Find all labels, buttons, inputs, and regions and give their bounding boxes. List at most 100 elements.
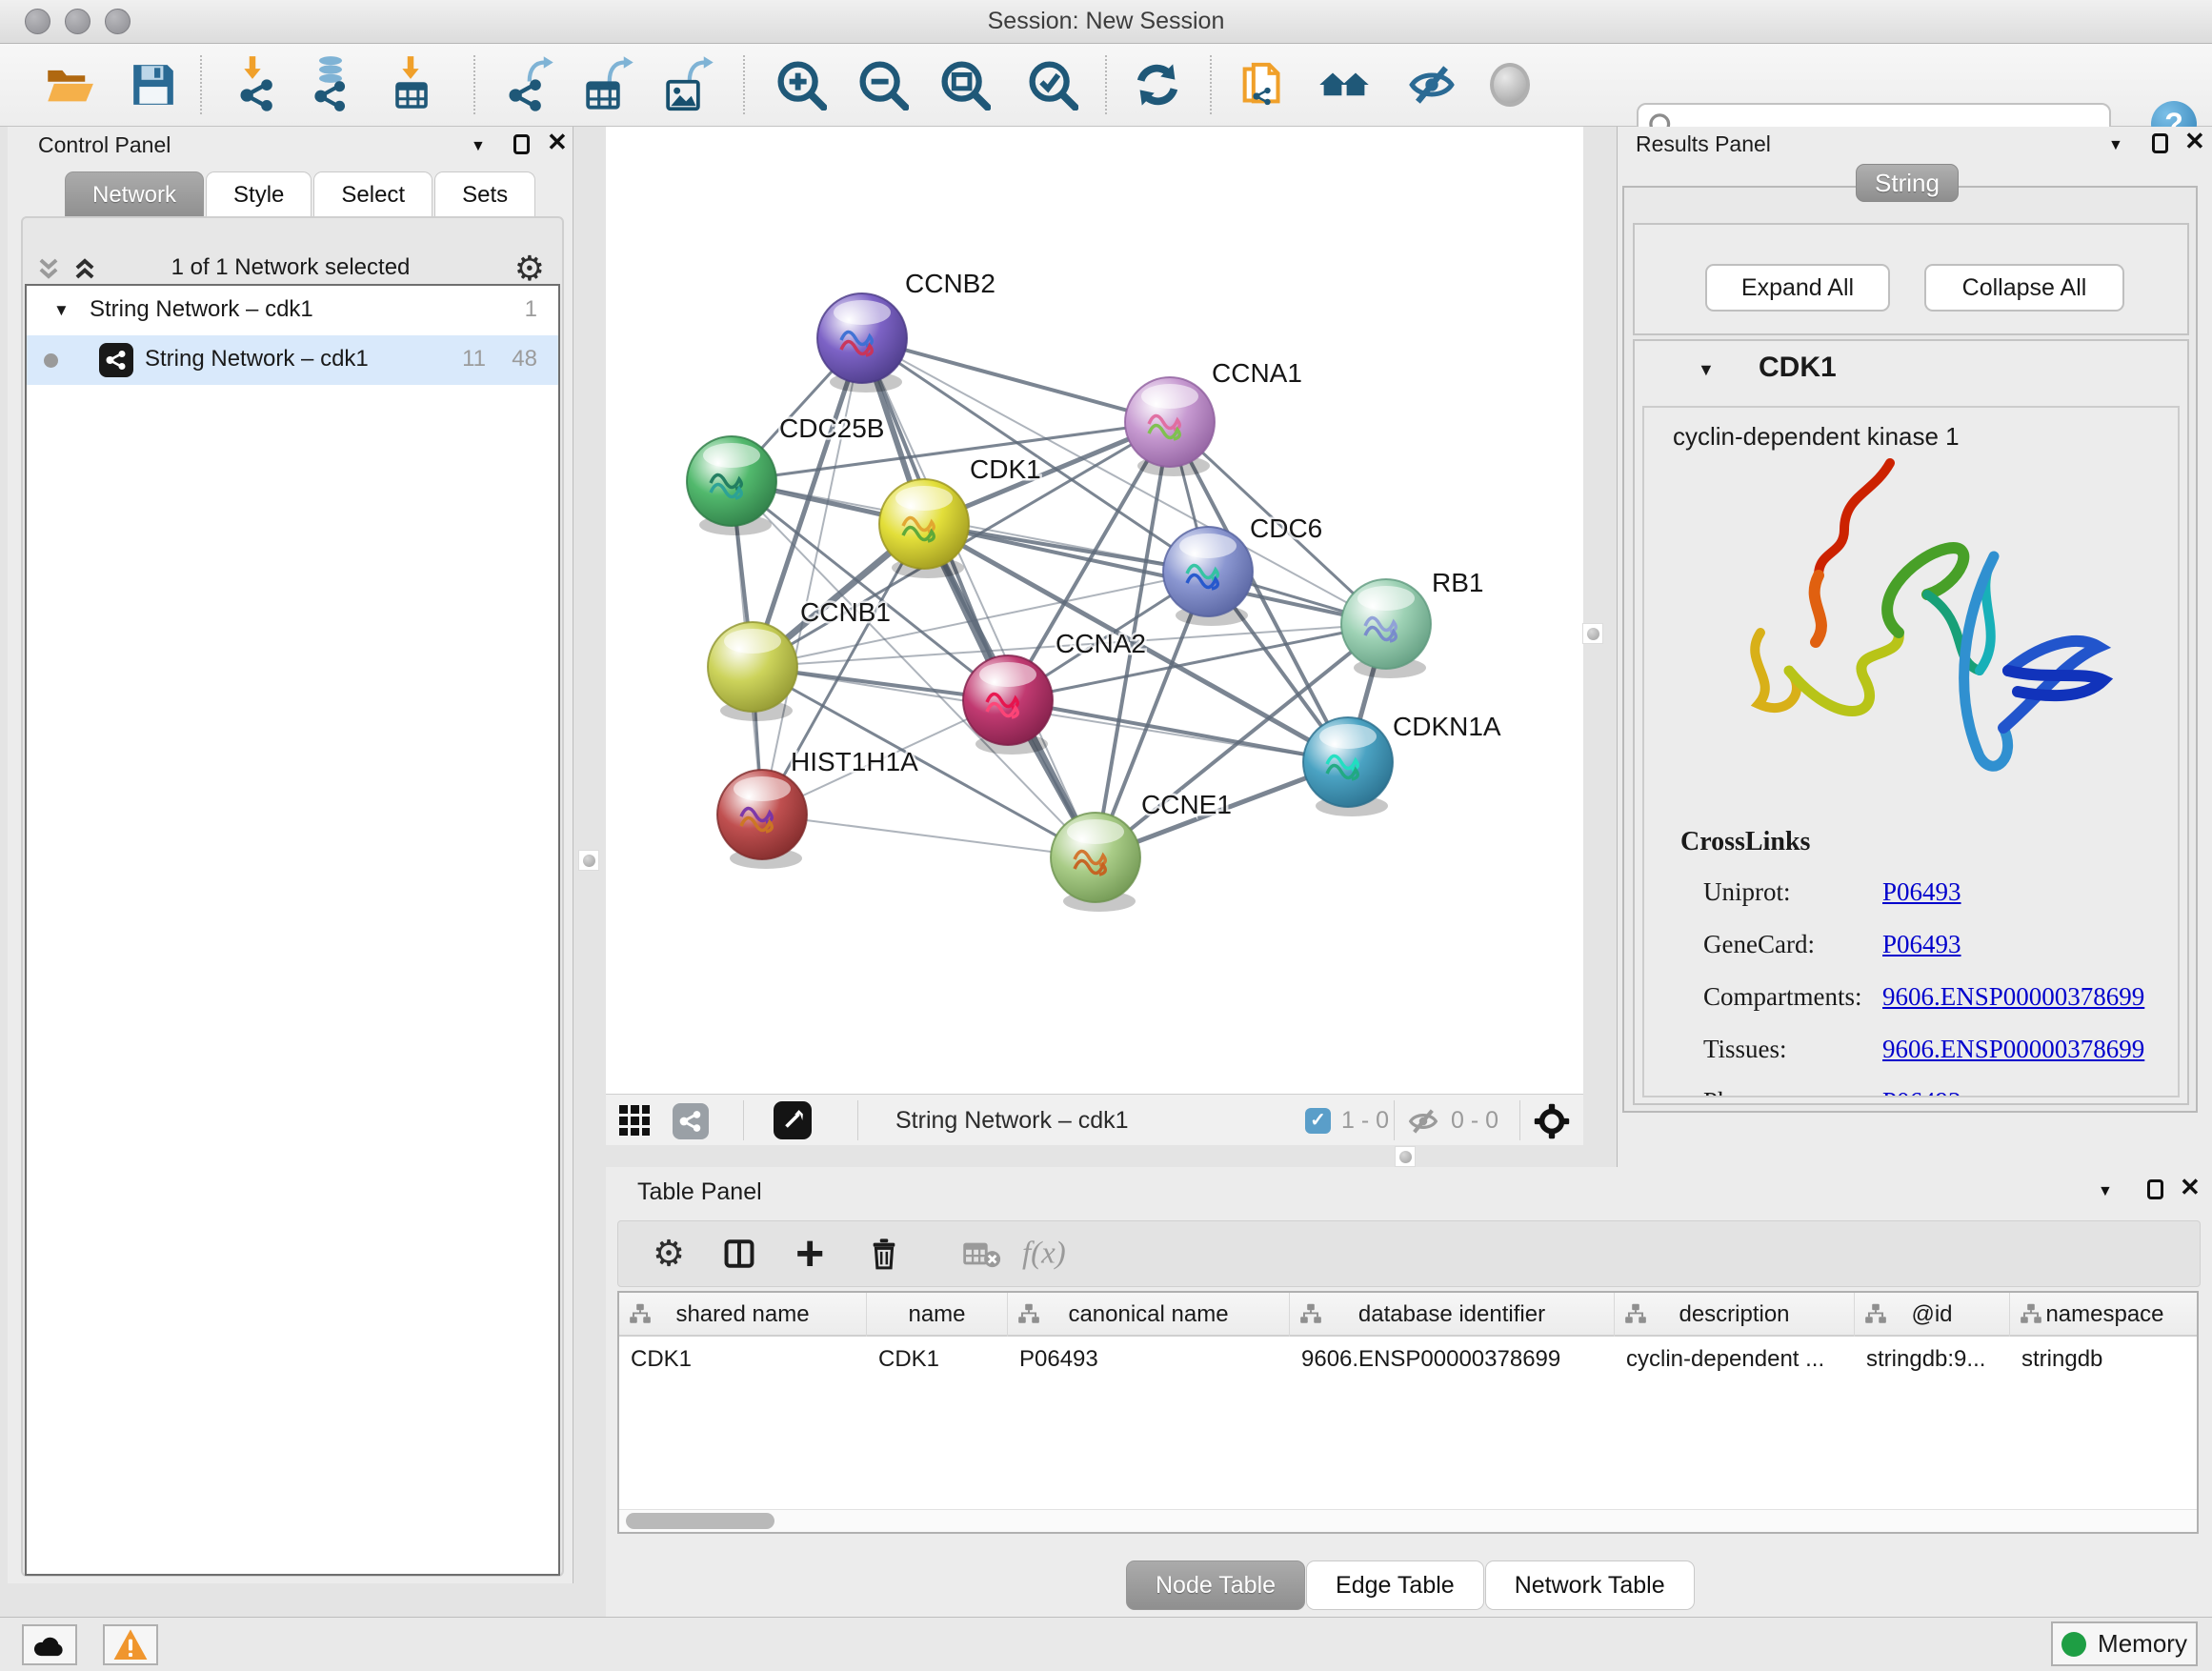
crosslink-link[interactable]: P06493 [1882,1087,1961,1097]
network-node-CCNA1[interactable]: CCNA1 [1125,358,1302,476]
zoom-in-button[interactable] [770,53,833,116]
tab-network[interactable]: Network [65,171,204,218]
results-panel-float-icon[interactable] [2152,133,2168,153]
table-panel-close-icon[interactable]: ✕ [2180,1173,2201,1202]
import-table-from-file-button[interactable] [380,53,443,116]
network-node-CCNE1[interactable]: CCNE1 [1051,790,1232,912]
results-panel-close-icon[interactable]: ✕ [2184,127,2205,156]
network-node-CDC6[interactable]: CDC6 [1163,513,1322,626]
tree-icon [1623,1303,1648,1324]
save-session-button[interactable] [122,53,185,116]
left-splitter-handle[interactable] [578,850,599,871]
tab-select[interactable]: Select [313,171,432,218]
control-panel-float-icon[interactable] [513,134,530,154]
tab-style[interactable]: Style [206,171,312,218]
table-row[interactable]: CDK1CDK1P064939606.ENSP00000378699cyclin… [619,1339,2197,1380]
crosslink-link[interactable]: P06493 [1882,930,1961,959]
string-settings-button[interactable] [1313,53,1376,116]
tab-network-table[interactable]: Network Table [1485,1560,1695,1610]
show-columns-icon[interactable] [723,1238,755,1270]
network-current-dot-icon [44,353,58,368]
control-panel-menu-icon[interactable]: ▼ [471,138,486,155]
table-cell[interactable]: CDK1 [619,1339,867,1380]
table-cell[interactable]: cyclin-dependent ... [1615,1339,1855,1380]
import-network-from-file-button[interactable] [227,53,290,116]
gene-collapse-icon[interactable]: ▼ [1698,360,1715,380]
hidden-eye-slash-icon[interactable] [1408,1106,1438,1141]
crosslink-label: Compartments: [1703,982,1861,1012]
crosslink-link[interactable]: P06493 [1882,877,1961,907]
network-options-gear-icon[interactable]: ⚙ [514,249,545,289]
crosshair-icon[interactable] [1534,1103,1570,1144]
import-network-from-database-button[interactable] [300,53,363,116]
open-session-button[interactable] [38,53,101,116]
crosslink-link[interactable]: 9606.ENSP00000378699 [1882,1035,2144,1064]
memory-button[interactable]: Memory [2051,1621,2198,1666]
tab-edge-table[interactable]: Edge Table [1306,1560,1484,1610]
network-node-CDKN1A[interactable]: CDKN1A [1303,712,1501,816]
network-node-CCNB2[interactable]: CCNB2 [817,269,995,393]
export-image-button[interactable] [657,53,720,116]
table-settings-gear-icon[interactable]: ⚙ [653,1233,685,1276]
zoom-selected-button[interactable] [1021,53,1084,116]
network-collection-row[interactable]: ▼ String Network – cdk1 1 [27,286,558,335]
table-cell[interactable]: P06493 [1008,1339,1290,1380]
export-table-button[interactable] [577,53,640,116]
crosslink-link[interactable]: 9606.ENSP00000378699 [1882,982,2144,1012]
network-node-HIST1H1A[interactable]: HIST1H1A [717,747,918,869]
table-horizontal-scrollbar[interactable] [619,1509,2197,1532]
table-panel-menu-icon[interactable]: ▼ [2098,1183,2113,1200]
right-splitter-handle[interactable] [1582,623,1603,644]
network-share-icon[interactable] [673,1103,709,1139]
results-panel-menu-icon[interactable]: ▼ [2108,137,2123,154]
network-view-canvas[interactable]: CCNB2CCNA1CDC25BCDK1CDC6RB1CCNB1CCNA2CDK… [606,127,1583,1094]
node-label-CDC6: CDC6 [1250,513,1322,543]
table-panel: Table Panel ▼ ✕ ⚙ + f(x) shared namename… [606,1167,2212,1617]
column-header-sharedname[interactable]: shared name [619,1293,867,1337]
column-header-id[interactable]: @id [1855,1293,2010,1337]
birdseye-view-icon[interactable] [774,1101,812,1139]
warning-icon [112,1627,149,1663]
zoom-out-button[interactable] [852,53,915,116]
network-node-CDK1[interactable]: CDK1 [879,454,1041,578]
collapse-all-button[interactable]: Collapse All [1924,264,2124,312]
column-header-description[interactable]: description [1615,1293,1855,1337]
clone-network-button[interactable] [1231,53,1294,116]
node-label-CCNA2: CCNA2 [1056,629,1146,658]
column-header-databaseidentifier[interactable]: database identifier [1290,1293,1615,1337]
cloud-status-button[interactable] [22,1624,77,1665]
column-header-canonicalname[interactable]: canonical name [1008,1293,1290,1337]
node-label-CCNA1: CCNA1 [1212,358,1302,388]
sphere-view-button[interactable] [1478,53,1541,116]
expand-all-button[interactable]: Expand All [1705,264,1890,312]
gene-section-header[interactable]: ▼ CDK1 [1635,341,2187,396]
node-table[interactable]: shared namenamecanonical namedatabase id… [617,1291,2199,1534]
table-cell[interactable]: stringdb [2010,1339,2199,1380]
zoom-fit-button[interactable] [934,53,996,116]
gene-name: CDK1 [1759,352,1837,384]
network-node-RB1[interactable]: RB1 [1341,568,1483,678]
control-panel-close-icon[interactable]: ✕ [547,128,568,157]
table-panel-float-icon[interactable] [2147,1179,2163,1199]
tab-string[interactable]: String [1856,164,1959,202]
collection-expand-icon[interactable]: ▼ [53,301,70,320]
selected-node-edge-count: 1 - 0 [1341,1107,1389,1135]
column-header-namespace[interactable]: namespace [2010,1293,2199,1337]
warnings-button[interactable] [103,1624,158,1665]
table-cell[interactable]: 9606.ENSP00000378699 [1290,1339,1615,1380]
show-hide-graphics-button[interactable] [1400,53,1463,116]
delete-column-trash-icon[interactable] [868,1238,900,1270]
export-network-button[interactable] [499,53,562,116]
column-header-name[interactable]: name [867,1293,1008,1337]
network-row-selected[interactable]: String Network – cdk1 11 48 [27,335,558,385]
zoom-out-icon [857,59,909,111]
apply-layout-button[interactable] [1126,53,1189,116]
selected-checkbox-icon[interactable]: ✓ [1305,1108,1331,1134]
horizontal-splitter-handle[interactable] [1395,1146,1416,1167]
grid-view-icon[interactable] [619,1105,650,1136]
table-cell[interactable]: CDK1 [867,1339,1008,1380]
tab-node-table[interactable]: Node Table [1126,1560,1305,1610]
scrollbar-thumb[interactable] [626,1513,774,1529]
table-cell[interactable]: stringdb:9... [1855,1339,2010,1380]
tab-sets[interactable]: Sets [434,171,535,218]
